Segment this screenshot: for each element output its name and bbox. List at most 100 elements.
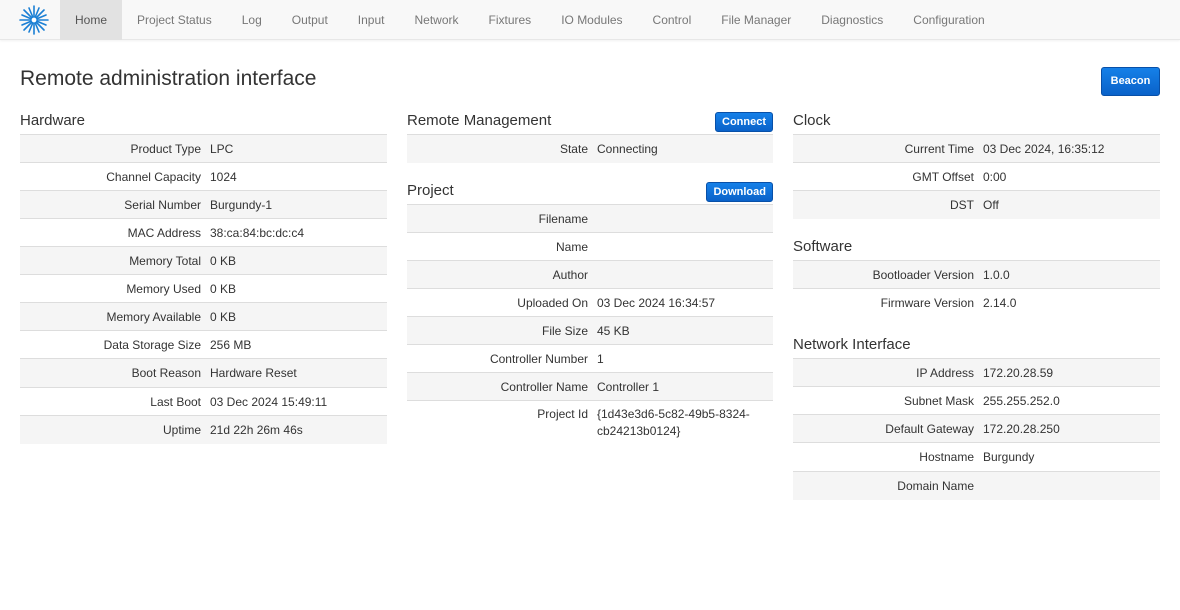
nav-tab-home[interactable]: Home (60, 0, 123, 40)
nav-tab-control[interactable]: Control (638, 0, 707, 40)
table-row: Memory Total 0 KB (20, 246, 387, 275)
table-row: Bootloader Version 1.0.0 (793, 260, 1160, 289)
table-row: Current Time 03 Dec 2024, 16:35:12 (793, 134, 1160, 163)
table-row: GMT Offset 0:00 (793, 162, 1160, 191)
nav-tab-project-status[interactable]: Project Status (122, 0, 227, 40)
beacon-button[interactable]: Beacon (1101, 67, 1160, 96)
nav-tab-io-modules[interactable]: IO Modules (546, 0, 637, 40)
table-row: Data Storage Size 256 MB (20, 330, 387, 359)
row-value: Burgundy-1 (206, 190, 387, 219)
table-row: DST Off (793, 190, 1160, 219)
row-label: Bootloader Version (793, 260, 979, 289)
top-navbar: Home Project Status Log Output Input Net… (0, 0, 1180, 40)
software-heading: Software (793, 238, 853, 255)
row-value (593, 260, 773, 289)
table-row: Controller Number 1 (407, 344, 773, 373)
table-row: Default Gateway 172.20.28.250 (793, 414, 1160, 443)
table-row: Project Id {1d43e3d6-5c82-49b5-8324-cb242… (407, 400, 773, 440)
row-value: 0 KB (206, 246, 387, 275)
row-value: Off (979, 190, 1160, 219)
nav-tab-log[interactable]: Log (227, 0, 277, 40)
nav-tab-configuration[interactable]: Configuration (898, 0, 999, 40)
table-row: Subnet Mask 255.255.252.0 (793, 386, 1160, 415)
project-heading: Project Download (407, 178, 773, 204)
row-label: IP Address (793, 358, 979, 387)
row-label: Current Time (793, 134, 979, 163)
table-row: Memory Used 0 KB (20, 274, 387, 303)
nav-tab-fixtures[interactable]: Fixtures (474, 0, 547, 40)
row-label: State (407, 134, 593, 163)
software-table: Bootloader Version 1.0.0 Firmware Version… (793, 260, 1160, 317)
nav-tab-diagnostics[interactable]: Diagnostics (806, 0, 898, 40)
row-label: Controller Number (407, 344, 593, 373)
row-label: Boot Reason (20, 358, 206, 388)
table-row: IP Address 172.20.28.59 (793, 358, 1160, 387)
row-label: Uploaded On (407, 288, 593, 317)
table-row: Firmware Version 2.14.0 (793, 288, 1160, 317)
network-interface-panel: Network Interface IP Address 172.20.28.59… (793, 332, 1160, 500)
row-value: Burgundy (979, 442, 1160, 472)
hardware-panel: Hardware Product Type LPC Channel Capacit… (20, 108, 387, 444)
row-label: Filename (407, 204, 593, 233)
row-label: Channel Capacity (20, 162, 206, 191)
table-row: Hostname Burgundy (793, 442, 1160, 472)
row-value: 1.0.0 (979, 260, 1160, 289)
row-value: 0 KB (206, 302, 387, 331)
row-label: Data Storage Size (20, 330, 206, 359)
clock-panel: Clock Current Time 03 Dec 2024, 16:35:12 … (793, 108, 1160, 219)
connect-button[interactable]: Connect (715, 112, 773, 132)
row-value: 256 MB (206, 330, 387, 359)
row-label: Firmware Version (793, 288, 979, 317)
row-value: 172.20.28.59 (979, 358, 1160, 387)
table-row: Controller Name Controller 1 (407, 372, 773, 401)
row-label: Domain Name (793, 471, 979, 500)
network-interface-table: IP Address 172.20.28.59 Subnet Mask 255.25… (793, 358, 1160, 500)
row-label: Default Gateway (793, 414, 979, 443)
download-button[interactable]: Download (706, 182, 773, 202)
nav-tab-output[interactable]: Output (277, 0, 343, 40)
nav-tab-file-manager[interactable]: File Manager (706, 0, 806, 40)
row-value: Controller 1 (593, 372, 773, 401)
row-label: MAC Address (20, 218, 206, 247)
row-label: Subnet Mask (793, 386, 979, 415)
row-value: Connecting (593, 134, 773, 163)
project-panel: Project Download Filename Name Author Up… (407, 178, 773, 440)
table-row: Uptime 21d 22h 26m 46s (20, 415, 387, 444)
nav-tab-input[interactable]: Input (343, 0, 400, 40)
table-row: Uploaded On 03 Dec 2024 16:34:57 (407, 288, 773, 317)
table-row: Channel Capacity 1024 (20, 162, 387, 191)
table-row: Author (407, 260, 773, 289)
remote-management-heading: Remote Management Connect (407, 108, 773, 134)
table-row: Boot Reason Hardware Reset (20, 358, 387, 388)
table-row: Memory Available 0 KB (20, 302, 387, 331)
row-label: Memory Used (20, 274, 206, 303)
row-value: 45 KB (593, 316, 773, 345)
row-value: 0:00 (979, 162, 1160, 191)
row-value: 03 Dec 2024 16:34:57 (593, 288, 773, 317)
row-label: DST (793, 190, 979, 219)
hardware-table: Product Type LPC Channel Capacity 1024 Ser… (20, 134, 387, 444)
starburst-logo-icon[interactable] (18, 4, 50, 36)
page-title: Remote administration interface (20, 67, 317, 90)
row-label: Controller Name (407, 372, 593, 401)
clock-heading: Clock (793, 112, 831, 129)
row-label: File Size (407, 316, 593, 345)
remote-management-panel: Remote Management Connect State Connectin… (407, 108, 773, 163)
project-table: Filename Name Author Uploaded On 03 Dec 2… (407, 204, 773, 440)
row-label: Last Boot (20, 387, 206, 416)
table-row: Name (407, 232, 773, 261)
row-value: 03 Dec 2024 15:49:11 (206, 387, 387, 416)
row-value: 1 (593, 344, 773, 373)
row-label: Hostname (793, 442, 979, 472)
row-value (979, 471, 1160, 500)
table-row: Serial Number Burgundy-1 (20, 190, 387, 219)
row-label: Serial Number (20, 190, 206, 219)
row-label: Uptime (20, 415, 206, 444)
table-row: Last Boot 03 Dec 2024 15:49:11 (20, 387, 387, 416)
row-label: Author (407, 260, 593, 289)
table-row: Filename (407, 204, 773, 233)
row-value (593, 204, 773, 233)
row-value: 38:ca:84:bc:dc:c4 (206, 218, 387, 247)
row-label: Memory Total (20, 246, 206, 275)
nav-tab-network[interactable]: Network (399, 0, 473, 40)
